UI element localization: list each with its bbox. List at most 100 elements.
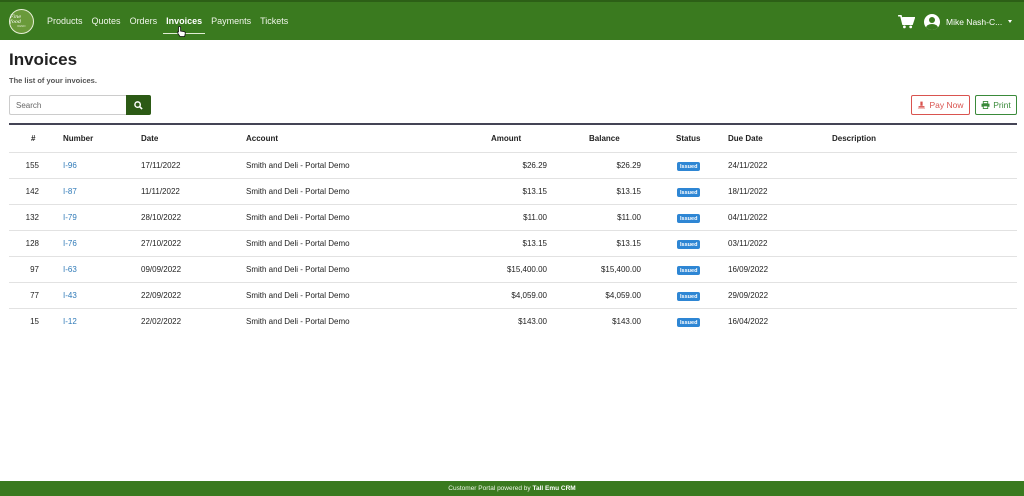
- cell-amount: $15,400.00: [506, 265, 547, 274]
- pay-now-label: Pay Now: [929, 100, 964, 110]
- logo-text: Fine food: [10, 14, 22, 25]
- cell-date: 28/10/2022: [141, 213, 182, 222]
- table-top-border: [9, 123, 1017, 125]
- invoice-link[interactable]: I-87: [63, 187, 77, 196]
- col-header-description[interactable]: Description: [832, 134, 876, 143]
- cell-due-date: 18/11/2022: [728, 187, 768, 196]
- nav-tickets[interactable]: Tickets: [260, 12, 288, 32]
- cell-amount: $4,059.00: [511, 291, 547, 300]
- user-name[interactable]: Mike Nash-C...: [946, 17, 1002, 27]
- status-badge: Issued: [677, 214, 701, 223]
- cell-num: 132: [25, 213, 39, 222]
- cell-amount: $13.15: [522, 187, 547, 196]
- table-row: 155 I-96 17/11/2022 Smith and Deli - Portal…: [9, 152, 1017, 178]
- status-badge: Issued: [677, 292, 701, 301]
- brand-logo[interactable]: Fine food DEMO: [9, 9, 34, 34]
- pay-now-button[interactable]: Pay Now: [911, 95, 970, 115]
- print-button[interactable]: Print: [975, 95, 1017, 115]
- cell-account: Smith and Deli - Portal Demo: [246, 239, 350, 248]
- status-badge: Issued: [677, 162, 701, 171]
- nav-quotes[interactable]: Quotes: [92, 12, 121, 32]
- page-subtitle: The list of your invoices.: [9, 76, 97, 85]
- status-badge: Issued: [677, 240, 701, 249]
- cell-account: Smith and Deli - Portal Demo: [246, 161, 350, 170]
- footer-brand[interactable]: Tall Emu CRM: [532, 485, 575, 492]
- cell-account: Smith and Deli - Portal Demo: [246, 291, 350, 300]
- col-header-number[interactable]: Number: [63, 134, 93, 143]
- cell-due-date: 16/04/2022: [728, 317, 769, 326]
- cell-account: Smith and Deli - Portal Demo: [246, 317, 350, 326]
- table-row: 128 I-76 27/10/2022 Smith and Deli - Portal…: [9, 230, 1017, 256]
- nav-orders[interactable]: Orders: [130, 12, 158, 32]
- cell-num: 155: [25, 161, 39, 170]
- search-icon: [134, 100, 143, 110]
- cell-num: 142: [25, 187, 39, 196]
- table-header: # Number Date Account Amount Balance Sta…: [0, 126, 1024, 151]
- footer-text: Customer Portal powered by: [448, 485, 533, 492]
- caret-down-icon[interactable]: [1008, 20, 1012, 23]
- cell-account: Smith and Deli - Portal Demo: [246, 213, 350, 222]
- nav-products[interactable]: Products: [47, 12, 83, 32]
- main-nav: Products Quotes Orders Invoices Payments…: [47, 12, 297, 34]
- col-header-status[interactable]: Status: [676, 134, 700, 143]
- col-header-date[interactable]: Date: [141, 134, 158, 143]
- table-row: 15 I-12 22/02/2022 Smith and Deli - Portal …: [9, 308, 1017, 334]
- cell-date: 27/10/2022: [141, 239, 182, 248]
- invoice-link[interactable]: I-79: [63, 213, 77, 222]
- cell-account: Smith and Deli - Portal Demo: [246, 265, 350, 274]
- cell-due-date: 24/11/2022: [728, 161, 768, 170]
- cell-due-date: 03/11/2022: [728, 239, 768, 248]
- table-row: 97 I-63 09/09/2022 Smith and Deli - Portal …: [9, 256, 1017, 282]
- col-header-account[interactable]: Account: [246, 134, 278, 143]
- cell-balance: $13.15: [616, 187, 641, 196]
- cell-date: 11/11/2022: [141, 187, 180, 196]
- printer-icon: [981, 101, 990, 109]
- cell-due-date: 16/09/2022: [728, 265, 769, 274]
- invoice-link[interactable]: I-76: [63, 239, 77, 248]
- cell-account: Smith and Deli - Portal Demo: [246, 187, 350, 196]
- cell-date: 09/09/2022: [141, 265, 182, 274]
- pay-icon: [918, 101, 926, 109]
- cell-due-date: 29/09/2022: [728, 291, 769, 300]
- cell-num: 97: [30, 265, 39, 274]
- hand-cursor-icon: [177, 26, 186, 37]
- cell-amount: $143.00: [518, 317, 547, 326]
- cell-date: 17/11/2022: [141, 161, 181, 170]
- col-header-due-date[interactable]: Due Date: [728, 134, 763, 143]
- cell-num: 77: [30, 291, 39, 300]
- status-badge: Issued: [677, 318, 701, 327]
- col-header-amount[interactable]: Amount: [491, 134, 521, 143]
- status-badge: Issued: [677, 188, 701, 197]
- top-navbar: Fine food DEMO Products Quotes Orders In…: [0, 0, 1024, 40]
- invoice-link[interactable]: I-12: [63, 317, 77, 326]
- cell-amount: $26.29: [522, 161, 547, 170]
- table-row: 77 I-43 22/09/2022 Smith and Deli - Portal …: [9, 282, 1017, 308]
- cell-balance: $15,400.00: [600, 265, 641, 274]
- cell-amount: $13.15: [522, 239, 547, 248]
- cell-balance: $13.15: [616, 239, 641, 248]
- cell-num: 128: [25, 239, 39, 248]
- user-icon[interactable]: [924, 14, 940, 30]
- cell-amount: $11.00: [523, 213, 547, 222]
- cell-num: 15: [30, 317, 39, 326]
- table-row: 132 I-79 28/10/2022 Smith and Deli - Portal…: [9, 204, 1017, 230]
- footer: Customer Portal powered by Tall Emu CRM: [0, 481, 1024, 496]
- cell-balance: $11.00: [617, 213, 641, 222]
- print-label: Print: [993, 100, 1011, 110]
- invoice-link[interactable]: I-96: [63, 161, 77, 170]
- cell-due-date: 04/11/2022: [728, 213, 768, 222]
- invoice-link[interactable]: I-43: [63, 291, 77, 300]
- cell-balance: $143.00: [612, 317, 641, 326]
- col-header-balance[interactable]: Balance: [589, 134, 620, 143]
- nav-payments[interactable]: Payments: [211, 12, 251, 32]
- table-row: 142 I-87 11/11/2022 Smith and Deli - Portal…: [9, 178, 1017, 204]
- cell-date: 22/02/2022: [141, 317, 182, 326]
- col-header-num: #: [31, 134, 36, 143]
- search-button[interactable]: [126, 95, 151, 115]
- status-badge: Issued: [677, 266, 701, 275]
- logo-subtext: DEMO: [17, 25, 26, 28]
- invoice-link[interactable]: I-63: [63, 265, 77, 274]
- cart-icon[interactable]: [898, 15, 915, 29]
- cell-balance: $26.29: [616, 161, 641, 170]
- search-input[interactable]: [9, 95, 126, 115]
